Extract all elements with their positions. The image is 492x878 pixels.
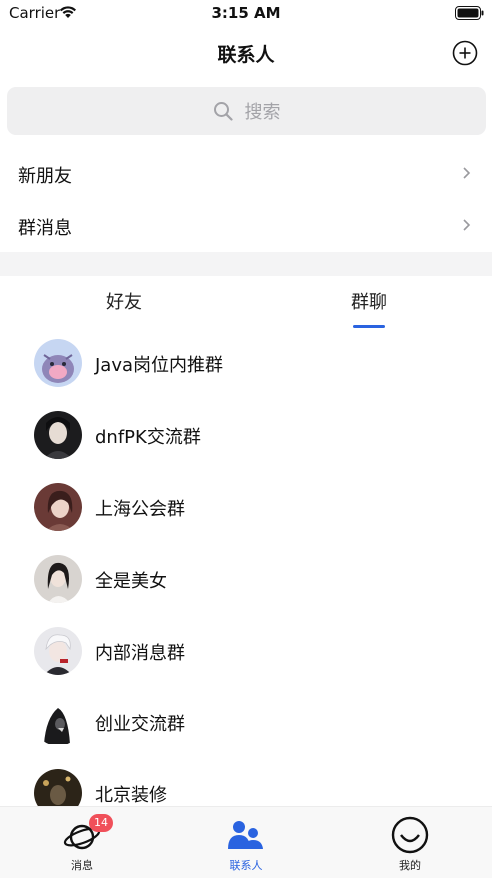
- group-name: 创业交流群: [95, 714, 185, 735]
- menu-item-group-messages[interactable]: 群消息: [0, 200, 492, 252]
- section-divider: [0, 252, 492, 276]
- page-title: 联系人: [217, 44, 275, 66]
- list-item[interactable]: Java岗位内推群: [0, 331, 492, 395]
- menu-item-new-friends[interactable]: 新朋友: [0, 148, 492, 200]
- chevron-right-icon: [463, 219, 471, 231]
- group-name: 上海公会群: [95, 499, 185, 520]
- battery-icon: [455, 6, 484, 20]
- unread-badge: 14: [89, 814, 113, 832]
- list-item[interactable]: 全是美女: [0, 547, 492, 611]
- list-item[interactable]: dnfPK交流群: [0, 403, 492, 467]
- tab-friends[interactable]: 好友: [79, 288, 169, 314]
- status-time: 3:15 AM: [211, 4, 281, 22]
- contacts-icon: [228, 821, 263, 849]
- search-input[interactable]: 搜索: [7, 87, 486, 135]
- tab-bar-item-messages[interactable]: 14 消息: [0, 807, 164, 878]
- plus-circle-icon[interactable]: [452, 40, 478, 66]
- search-icon: [213, 102, 233, 121]
- group-name: Java岗位内推群: [95, 355, 224, 376]
- group-name: 全是美女: [95, 571, 167, 592]
- active-tab-indicator: [353, 325, 385, 328]
- tab-groups[interactable]: 群聊: [324, 288, 414, 314]
- search-placeholder: 搜索: [244, 102, 281, 123]
- bottom-tab-bar: 14 消息 联系人 我的: [0, 806, 492, 878]
- list-item[interactable]: 上海公会群: [0, 475, 492, 539]
- avatar: [34, 555, 82, 603]
- list-item[interactable]: 创业交流群: [0, 690, 492, 754]
- smile-icon: [391, 816, 429, 854]
- menu-item-label: 新朋友: [18, 166, 72, 187]
- group-name: dnfPK交流群: [95, 427, 201, 448]
- tab-bar-item-contacts[interactable]: 联系人: [164, 807, 328, 878]
- avatar: [34, 698, 82, 746]
- tab-bar-label: 我的: [399, 859, 421, 872]
- avatar: [34, 483, 82, 531]
- tab-bar-label: 联系人: [229, 859, 263, 872]
- tab-bar-label: 消息: [71, 859, 93, 872]
- list-item[interactable]: 内部消息群: [0, 619, 492, 683]
- nav-bar: 联系人: [0, 30, 492, 76]
- group-name: 内部消息群: [95, 643, 185, 664]
- chevron-right-icon: [463, 167, 471, 179]
- avatar: [34, 339, 82, 387]
- group-name: 北京装修: [95, 785, 167, 806]
- tab-bar-item-me[interactable]: 我的: [328, 807, 492, 878]
- avatar: [34, 411, 82, 459]
- status-bar: Carrier 3:15 AM: [0, 0, 492, 26]
- menu-item-label: 群消息: [18, 218, 72, 239]
- avatar: [34, 627, 82, 675]
